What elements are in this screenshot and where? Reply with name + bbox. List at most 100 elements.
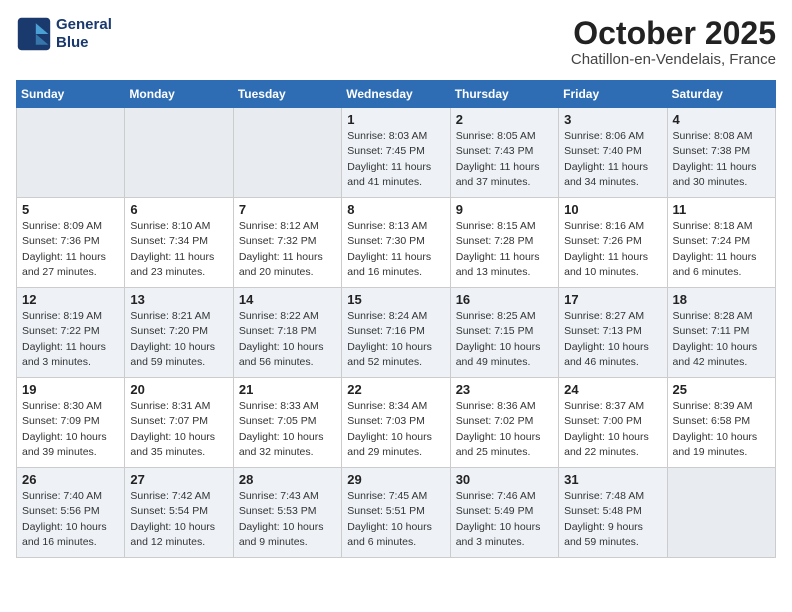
- calendar-cell: 23Sunrise: 8:36 AMSunset: 7:02 PMDayligh…: [450, 378, 558, 468]
- calendar-cell: 25Sunrise: 8:39 AMSunset: 6:58 PMDayligh…: [667, 378, 775, 468]
- calendar-week-row: 1 Sunrise: 8:03 AMSunset: 7:45 PMDaylight…: [17, 108, 776, 198]
- day-info: Sunrise: 8:19 AMSunset: 7:22 PMDaylight:…: [22, 309, 119, 370]
- day-info: Sunrise: 8:10 AMSunset: 7:34 PMDaylight:…: [130, 219, 227, 280]
- calendar-cell: 18Sunrise: 8:28 AMSunset: 7:11 PMDayligh…: [667, 288, 775, 378]
- day-info: Sunrise: 8:24 AMSunset: 7:16 PMDaylight:…: [347, 309, 444, 370]
- page-header: General Blue October 2025 Chatillon-en-V…: [16, 16, 776, 68]
- day-number: 2: [456, 112, 553, 127]
- day-number: 5: [22, 202, 119, 217]
- calendar-cell: [17, 108, 125, 198]
- day-number: 28: [239, 472, 336, 487]
- calendar-cell: 2 Sunrise: 8:05 AMSunset: 7:43 PMDaylight…: [450, 108, 558, 198]
- day-info: Sunrise: 8:06 AMSunset: 7:40 PMDaylight:…: [564, 129, 661, 190]
- day-number: 21: [239, 382, 336, 397]
- day-info: Sunrise: 8:16 AMSunset: 7:26 PMDaylight:…: [564, 219, 661, 280]
- day-number: 17: [564, 292, 661, 307]
- title-block: October 2025 Chatillon-en-Vendelais, Fra…: [571, 16, 776, 68]
- calendar-cell: 9 Sunrise: 8:15 AMSunset: 7:28 PMDaylight…: [450, 198, 558, 288]
- calendar-cell: [233, 108, 341, 198]
- calendar-cell: 24Sunrise: 8:37 AMSunset: 7:00 PMDayligh…: [559, 378, 667, 468]
- calendar-cell: [667, 468, 775, 558]
- day-info: Sunrise: 8:31 AMSunset: 7:07 PMDaylight:…: [130, 399, 227, 460]
- day-number: 29: [347, 472, 444, 487]
- day-number: 11: [673, 202, 770, 217]
- calendar-week-row: 26 Sunrise: 7:40 AMSunset: 5:56 PMDayligh…: [17, 468, 776, 558]
- day-number: 14: [239, 292, 336, 307]
- day-number: 4: [673, 112, 770, 127]
- location-subtitle: Chatillon-en-Vendelais, France: [571, 51, 776, 68]
- calendar-cell: 4 Sunrise: 8:08 AMSunset: 7:38 PMDaylight…: [667, 108, 775, 198]
- day-info: Sunrise: 8:36 AMSunset: 7:02 PMDaylight:…: [456, 399, 553, 460]
- calendar-cell: 29 Sunrise: 7:45 AMSunset: 5:51 PMDayligh…: [342, 468, 450, 558]
- calendar-cell: 16 Sunrise: 8:25 AMSunset: 7:15 PMDayligh…: [450, 288, 558, 378]
- day-number: 6: [130, 202, 227, 217]
- calendar-cell: 17 Sunrise: 8:27 AMSunset: 7:13 PMDayligh…: [559, 288, 667, 378]
- calendar-week-row: 12 Sunrise: 8:19 AMSunset: 7:22 PMDayligh…: [17, 288, 776, 378]
- day-info: Sunrise: 8:13 AMSunset: 7:30 PMDaylight:…: [347, 219, 444, 280]
- day-info: Sunrise: 8:15 AMSunset: 7:28 PMDaylight:…: [456, 219, 553, 280]
- day-info: Sunrise: 8:21 AMSunset: 7:20 PMDaylight:…: [130, 309, 227, 370]
- calendar-cell: 30 Sunrise: 7:46 AMSunset: 5:49 PMDayligh…: [450, 468, 558, 558]
- calendar-cell: 31 Sunrise: 7:48 AMSunset: 5:48 PMDayligh…: [559, 468, 667, 558]
- day-info: Sunrise: 8:33 AMSunset: 7:05 PMDaylight:…: [239, 399, 336, 460]
- day-number: 1: [347, 112, 444, 127]
- calendar-cell: 20 Sunrise: 8:31 AMSunset: 7:07 PMDayligh…: [125, 378, 233, 468]
- month-title: October 2025: [571, 16, 776, 51]
- calendar-cell: 22 Sunrise: 8:34 AMSunset: 7:03 PMDayligh…: [342, 378, 450, 468]
- day-number: 12: [22, 292, 119, 307]
- day-info: Sunrise: 8:08 AMSunset: 7:38 PMDaylight:…: [673, 129, 770, 190]
- day-info: Sunrise: 8:30 AMSunset: 7:09 PMDaylight:…: [22, 399, 119, 460]
- day-info: Sunrise: 7:45 AMSunset: 5:51 PMDaylight:…: [347, 489, 444, 550]
- day-number: 9: [456, 202, 553, 217]
- day-number: 26: [22, 472, 119, 487]
- day-info: Sunrise: 8:09 AMSunset: 7:36 PMDaylight:…: [22, 219, 119, 280]
- logo-icon: [16, 16, 52, 52]
- logo-text: General Blue: [56, 16, 112, 52]
- day-info: Sunrise: 8:05 AMSunset: 7:43 PMDaylight:…: [456, 129, 553, 190]
- calendar-cell: 10 Sunrise: 8:16 AMSunset: 7:26 PMDayligh…: [559, 198, 667, 288]
- calendar-cell: 27Sunrise: 7:42 AMSunset: 5:54 PMDayligh…: [125, 468, 233, 558]
- day-info: Sunrise: 8:25 AMSunset: 7:15 PMDaylight:…: [456, 309, 553, 370]
- calendar-cell: 21 Sunrise: 8:33 AMSunset: 7:05 PMDayligh…: [233, 378, 341, 468]
- calendar-table: SundayMondayTuesdayWednesdayThursdayFrid…: [16, 80, 776, 558]
- day-number: 16: [456, 292, 553, 307]
- day-number: 15: [347, 292, 444, 307]
- calendar-cell: 3 Sunrise: 8:06 AMSunset: 7:40 PMDaylight…: [559, 108, 667, 198]
- day-number: 30: [456, 472, 553, 487]
- calendar-cell: 28Sunrise: 7:43 AMSunset: 5:53 PMDayligh…: [233, 468, 341, 558]
- calendar-cell: 7 Sunrise: 8:12 AMSunset: 7:32 PMDaylight…: [233, 198, 341, 288]
- day-info: Sunrise: 8:03 AMSunset: 7:45 PMDaylight:…: [347, 129, 444, 190]
- weekday-header: Wednesday: [342, 81, 450, 108]
- calendar-cell: 1 Sunrise: 8:03 AMSunset: 7:45 PMDaylight…: [342, 108, 450, 198]
- calendar-cell: 6 Sunrise: 8:10 AMSunset: 7:34 PMDaylight…: [125, 198, 233, 288]
- day-info: Sunrise: 7:46 AMSunset: 5:49 PMDaylight:…: [456, 489, 553, 550]
- day-number: 27: [130, 472, 227, 487]
- weekday-header: Friday: [559, 81, 667, 108]
- calendar-cell: 14Sunrise: 8:22 AMSunset: 7:18 PMDayligh…: [233, 288, 341, 378]
- day-number: 10: [564, 202, 661, 217]
- day-info: Sunrise: 7:48 AMSunset: 5:48 PMDaylight:…: [564, 489, 661, 550]
- day-info: Sunrise: 8:27 AMSunset: 7:13 PMDaylight:…: [564, 309, 661, 370]
- calendar-cell: 12 Sunrise: 8:19 AMSunset: 7:22 PMDayligh…: [17, 288, 125, 378]
- weekday-header: Saturday: [667, 81, 775, 108]
- calendar-cell: 15 Sunrise: 8:24 AMSunset: 7:16 PMDayligh…: [342, 288, 450, 378]
- calendar-cell: 26 Sunrise: 7:40 AMSunset: 5:56 PMDayligh…: [17, 468, 125, 558]
- day-info: Sunrise: 8:39 AMSunset: 6:58 PMDaylight:…: [673, 399, 770, 460]
- day-info: Sunrise: 8:37 AMSunset: 7:00 PMDaylight:…: [564, 399, 661, 460]
- day-info: Sunrise: 8:34 AMSunset: 7:03 PMDaylight:…: [347, 399, 444, 460]
- weekday-header: Thursday: [450, 81, 558, 108]
- day-number: 13: [130, 292, 227, 307]
- weekday-header: Sunday: [17, 81, 125, 108]
- calendar-week-row: 19Sunrise: 8:30 AMSunset: 7:09 PMDayligh…: [17, 378, 776, 468]
- day-number: 8: [347, 202, 444, 217]
- day-info: Sunrise: 7:40 AMSunset: 5:56 PMDaylight:…: [22, 489, 119, 550]
- day-number: 31: [564, 472, 661, 487]
- day-number: 7: [239, 202, 336, 217]
- day-info: Sunrise: 8:28 AMSunset: 7:11 PMDaylight:…: [673, 309, 770, 370]
- weekday-header: Tuesday: [233, 81, 341, 108]
- day-number: 20: [130, 382, 227, 397]
- day-info: Sunrise: 8:12 AMSunset: 7:32 PMDaylight:…: [239, 219, 336, 280]
- day-number: 3: [564, 112, 661, 127]
- calendar-cell: 11Sunrise: 8:18 AMSunset: 7:24 PMDayligh…: [667, 198, 775, 288]
- day-number: 22: [347, 382, 444, 397]
